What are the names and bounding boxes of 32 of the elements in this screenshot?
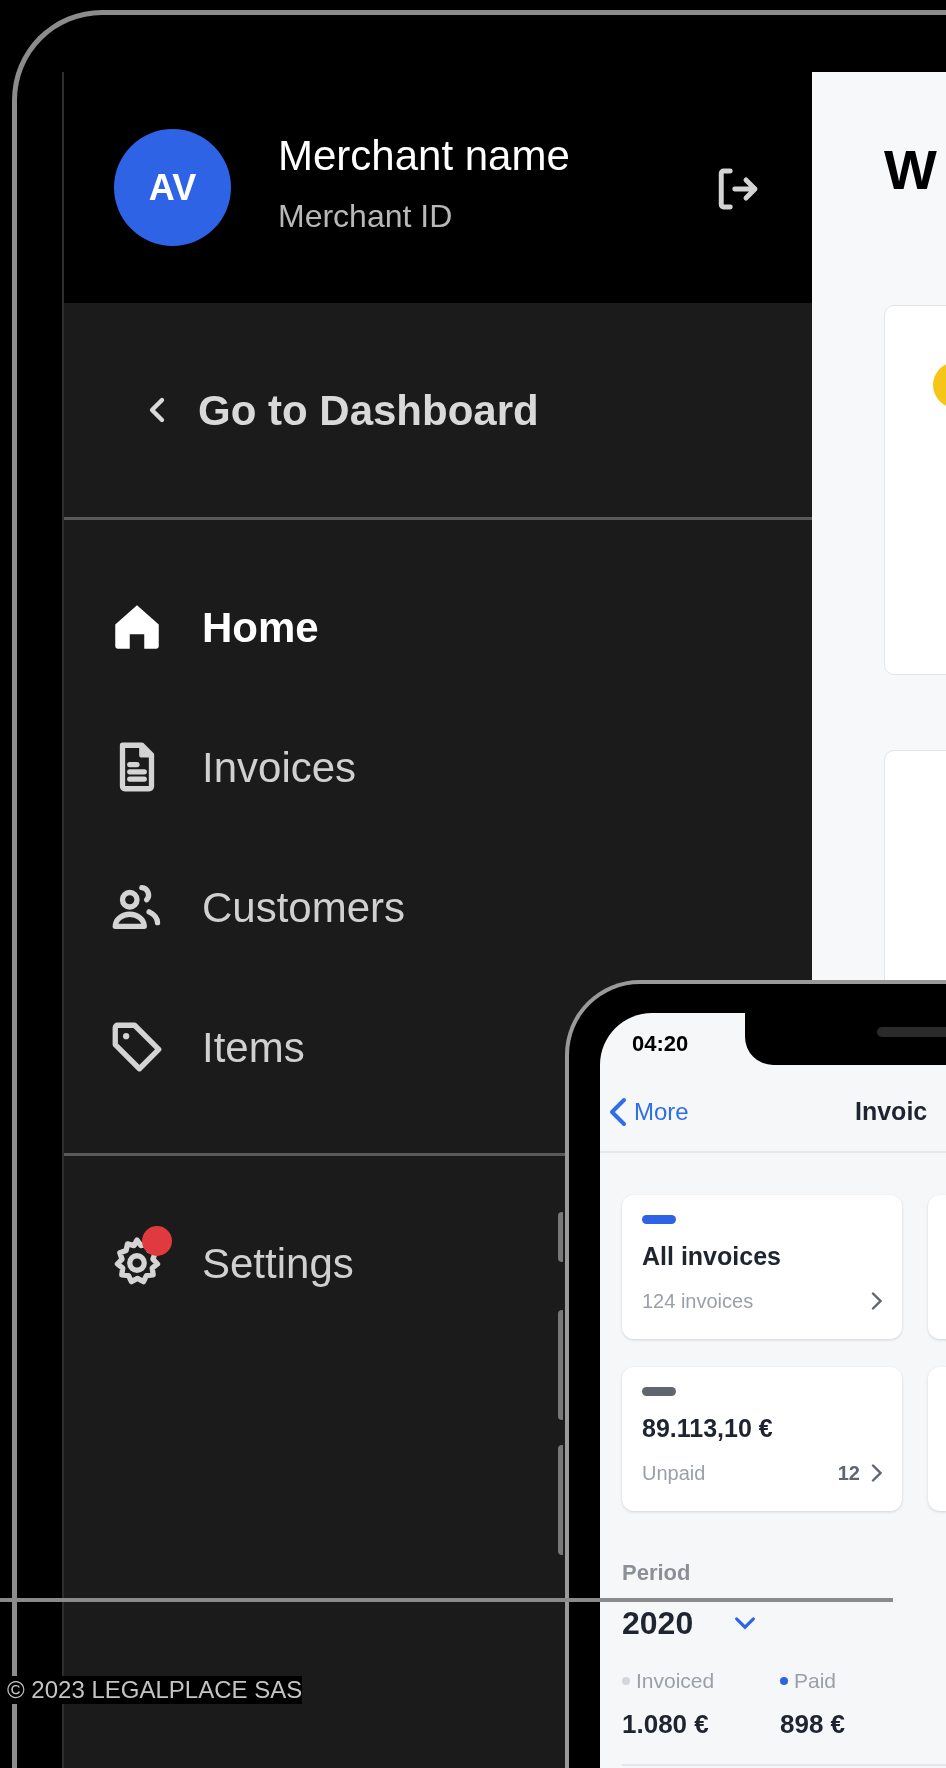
summary-card[interactable]: 89.113,10 € Unpaid 12 <box>622 1367 902 1511</box>
avatar: AV <box>114 129 231 246</box>
card-subtitle: 124 invoices <box>642 1288 754 1314</box>
back-button[interactable]: More <box>600 1094 689 1130</box>
period-dropdown[interactable]: 2020 <box>622 1603 758 1643</box>
chevron-right-icon <box>870 1463 882 1482</box>
chevron-right-icon <box>870 1291 882 1310</box>
nav-item[interactable]: Customers <box>64 837 406 977</box>
nav-item[interactable]: Settings <box>64 1193 354 1333</box>
nav-item[interactable]: Home <box>64 557 319 697</box>
chevron-down-icon <box>733 1616 758 1630</box>
legend-label: Paid <box>794 1668 837 1694</box>
card-subtitle: Unpaid <box>642 1460 706 1486</box>
merchant-id: Merchant ID <box>278 197 453 236</box>
speaker-icon <box>877 1027 946 1037</box>
merchant-name: Merchant name <box>278 131 570 181</box>
screen-title: Invoic <box>855 1096 928 1128</box>
page-heading: W <box>884 142 937 198</box>
back-link[interactable]: Go to Dashboard <box>146 378 539 442</box>
nav-item[interactable]: Items <box>64 977 305 1117</box>
copyright-text: © 2023 LEGALPLACE SAS <box>7 1676 303 1704</box>
legend-value: 1.080 € <box>622 1707 710 1741</box>
legend-value: 898 € <box>780 1707 847 1741</box>
summary-card[interactable]: All invoices 124 invoices <box>622 1195 902 1339</box>
card-title: 89.113,10 € <box>642 1413 774 1444</box>
period-label: Period <box>622 1559 692 1587</box>
nav-item[interactable]: Invoices <box>64 697 357 837</box>
invoice-count: 12 <box>837 1460 860 1486</box>
legend-label: Invoiced <box>636 1668 715 1694</box>
card-title: All invoices <box>642 1241 782 1272</box>
status-time: 04:20 <box>632 1029 689 1058</box>
chevron-left-icon <box>608 1096 628 1128</box>
